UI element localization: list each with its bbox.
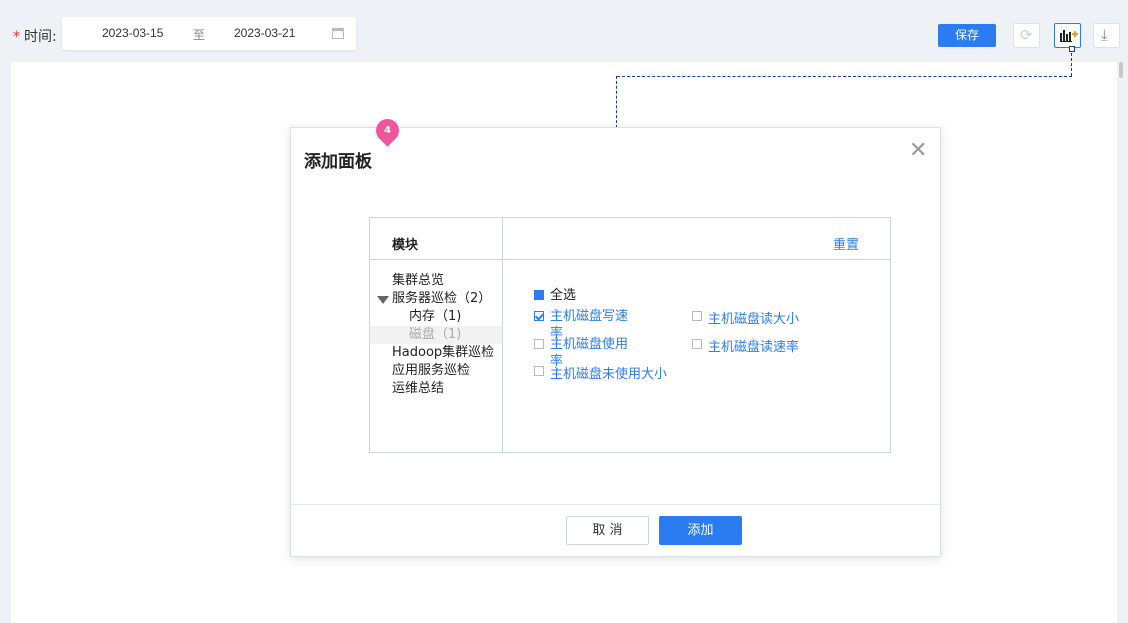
save-button[interactable]: 保存 <box>938 24 996 47</box>
tree-item-cluster-overview[interactable]: 集群总览 <box>370 272 502 290</box>
divider <box>502 218 503 452</box>
reset-link[interactable]: 重置 <box>833 234 859 253</box>
download-button[interactable]: ⤓ <box>1093 23 1120 48</box>
dialog-footer-divider <box>291 504 940 505</box>
close-icon[interactable]: ✕ <box>909 140 927 162</box>
option-checkbox-unused-size[interactable] <box>534 366 544 376</box>
option-checkbox-read-rate[interactable] <box>692 339 702 349</box>
tree-item-ops-summary[interactable]: 运维总结 <box>370 380 502 398</box>
add-button[interactable]: 添加 <box>659 516 742 545</box>
tree-item-hadoop-inspection[interactable]: Hadoop集群巡检 <box>370 344 502 362</box>
select-all-indicator <box>534 290 544 300</box>
refresh-button[interactable]: ⟳ <box>1013 23 1040 48</box>
connector-line <box>617 76 1072 77</box>
add-panel-button[interactable] <box>1054 23 1081 48</box>
download-icon: ⤓ <box>1101 26 1108 44</box>
caret-down-icon[interactable] <box>377 296 389 304</box>
option-checkbox-read-size[interactable] <box>692 311 702 321</box>
option-read-rate[interactable]: 主机磁盘读速率 <box>708 336 799 355</box>
option-read-size[interactable]: 主机磁盘读大小 <box>708 308 799 327</box>
scrollbar[interactable] <box>1119 62 1123 78</box>
select-all-checkbox[interactable]: 全选 <box>534 284 576 303</box>
module-column-header: 模块 <box>392 238 419 253</box>
time-label-text: 时间: <box>24 29 57 45</box>
required-mark: * <box>13 29 20 45</box>
calendar-icon[interactable] <box>332 28 344 39</box>
option-checkbox-usage-rate[interactable] <box>534 339 544 349</box>
connector-line <box>1071 48 1072 76</box>
connector-anchor <box>1069 46 1075 52</box>
tree-item-memory[interactable]: 内存（1) <box>370 308 502 326</box>
tree-item-disk[interactable]: 磁盘（1) <box>370 326 502 344</box>
date-range-picker[interactable]: 2023-03-15 至 2023-03-21 <box>62 17 356 50</box>
end-date-input[interactable]: 2023-03-21 <box>234 26 295 40</box>
refresh-icon: ⟳ <box>1020 26 1033 44</box>
option-checkbox-write-rate[interactable] <box>534 311 544 321</box>
connector-line <box>616 76 617 128</box>
cancel-button[interactable]: 取 消 <box>566 516 649 545</box>
add-panel-dialog: 添加面板 ✕ 模块 重置 集群总览 服务器巡检（2） 内存（1) 磁盘（1) H… <box>290 127 941 557</box>
start-date-input[interactable]: 2023-03-15 <box>102 26 163 40</box>
date-separator: 至 <box>193 28 206 42</box>
option-unused-size[interactable]: 主机磁盘未使用大小 <box>550 363 667 382</box>
step-marker-pin: 4 <box>371 114 404 147</box>
module-selector: 模块 重置 集群总览 服务器巡检（2） 内存（1) 磁盘（1) Hadoop集群… <box>369 217 891 453</box>
dialog-title: 添加面板 <box>304 152 372 172</box>
filter-bar: * 时间: 2023-03-15 至 2023-03-21 保存 ⟳ ⤓ <box>0 0 1128 62</box>
time-label: * 时间: <box>13 26 57 46</box>
divider <box>370 259 890 260</box>
tree-item-app-service-inspection[interactable]: 应用服务巡检 <box>370 362 502 380</box>
tree-item-server-inspection[interactable]: 服务器巡检（2） <box>370 290 502 308</box>
add-chart-icon <box>1060 30 1078 42</box>
